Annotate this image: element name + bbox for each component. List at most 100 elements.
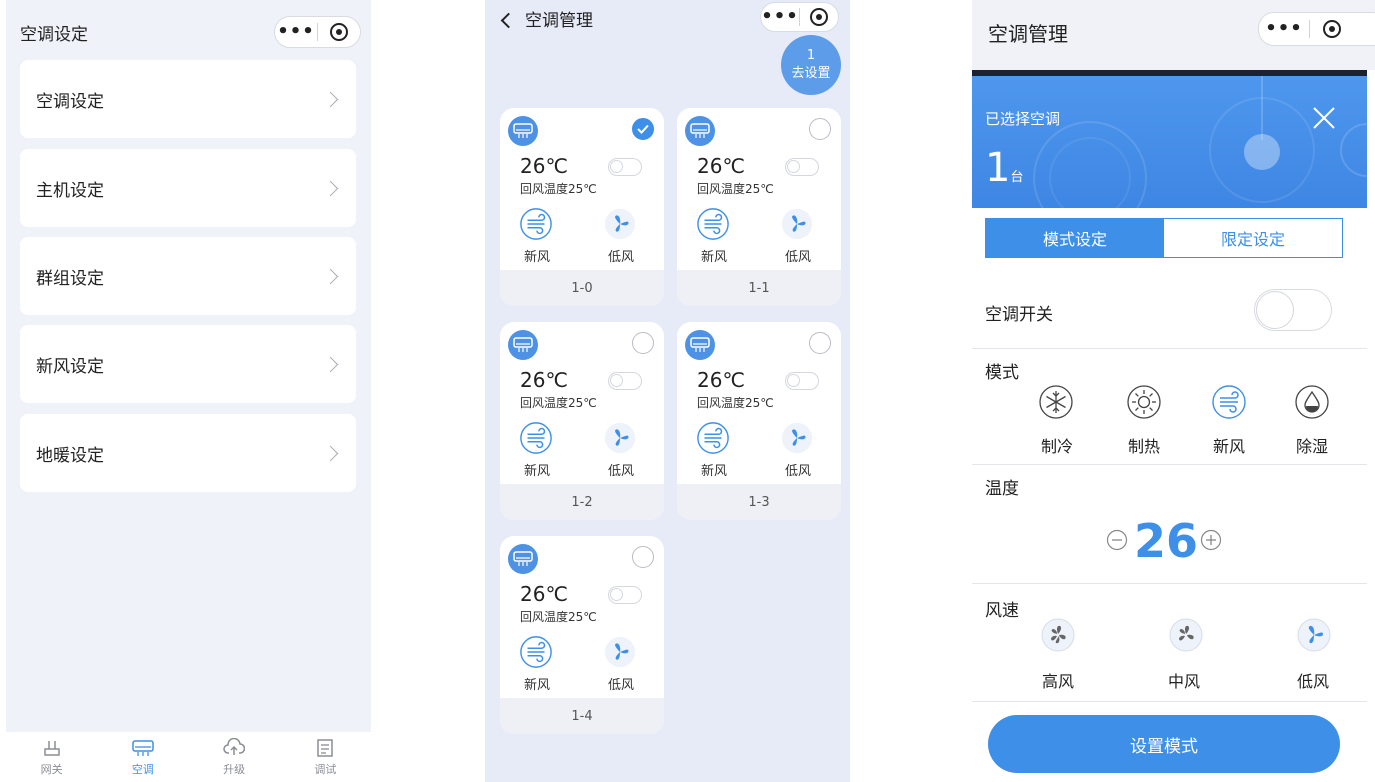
fan-speed-label: 低风 xyxy=(785,250,812,265)
mode-label-heat: 制热 xyxy=(1127,437,1160,456)
fan-medium-icon[interactable] xyxy=(1166,615,1206,655)
menu-item-fresh-air-settings[interactable]: 新风设定 xyxy=(20,325,356,403)
chevron-right-icon xyxy=(322,445,339,461)
mode-label: 新风 xyxy=(524,250,551,265)
ac-device-card[interactable]: 26℃ 回风温度25℃ 新风 低风 1-4 xyxy=(500,536,664,734)
droplet-icon[interactable] xyxy=(1292,382,1332,422)
checkmark-icon[interactable] xyxy=(632,118,654,140)
select-checkbox[interactable] xyxy=(809,118,831,140)
power-toggle[interactable] xyxy=(785,158,819,176)
power-toggle[interactable] xyxy=(608,158,642,176)
go-settings-button[interactable]: 1 去设置 xyxy=(781,35,841,95)
menu-item-label: 新风设定 xyxy=(36,356,104,377)
menu-item-label: 地暖设定 xyxy=(36,445,104,466)
fan-label-low: 低风 xyxy=(1296,672,1329,691)
sun-icon[interactable] xyxy=(1124,382,1164,422)
close-icon[interactable] xyxy=(1312,106,1336,130)
mode-label: 新风 xyxy=(524,678,551,693)
return-air-temperature: 回风温度25℃ xyxy=(697,396,774,410)
device-id: 1-0 xyxy=(500,270,664,306)
minus-icon[interactable] xyxy=(1104,527,1130,553)
more-icon[interactable]: ••• xyxy=(275,17,317,47)
page-title: 空调设定 xyxy=(20,25,88,45)
close-target-icon[interactable] xyxy=(800,8,838,26)
page-title: 空调管理 xyxy=(988,22,1068,46)
ac-icon xyxy=(508,330,538,360)
fan-speed-label: 低风 xyxy=(608,250,635,265)
ac-icon xyxy=(685,330,715,360)
chevron-right-icon xyxy=(322,180,339,196)
ac-device-card[interactable]: 26℃ 回风温度25℃ 新风 低风 1-1 xyxy=(677,108,841,306)
mode-label-fresh-air: 新风 xyxy=(1212,437,1245,456)
tab-label: 升级 xyxy=(223,762,246,776)
mode-label: 新风 xyxy=(701,250,728,265)
fan-low-icon[interactable] xyxy=(1294,615,1334,655)
set-temperature: 26℃ xyxy=(697,154,745,178)
tab-debug[interactable]: 调试 xyxy=(280,732,371,782)
power-toggle[interactable] xyxy=(608,586,642,604)
select-checkbox[interactable] xyxy=(632,546,654,568)
fresh-air-icon xyxy=(518,206,554,242)
device-id: 1-3 xyxy=(677,484,841,520)
fresh-air-icon xyxy=(695,206,731,242)
settings-segment-control: 模式设定 限定设定 xyxy=(985,218,1343,258)
return-air-temperature: 回风温度25℃ xyxy=(697,182,774,196)
fan-label-medium: 中风 xyxy=(1167,672,1200,691)
ac-icon xyxy=(685,116,715,146)
back-arrow-icon[interactable] xyxy=(500,12,517,29)
power-toggle[interactable] xyxy=(1254,289,1332,331)
tab-gateway[interactable]: 网关 xyxy=(6,732,97,782)
temperature-value: 26 xyxy=(1134,514,1199,568)
banner-decoration xyxy=(1033,76,1367,208)
chevron-right-icon xyxy=(322,356,339,372)
more-icon[interactable]: ••• xyxy=(761,2,799,32)
select-checkbox[interactable] xyxy=(632,332,654,354)
fresh-air-icon xyxy=(518,634,554,670)
fan-low-icon xyxy=(779,420,815,456)
page-title: 空调管理 xyxy=(525,11,593,31)
close-target-icon[interactable] xyxy=(1310,20,1354,38)
ac-icon xyxy=(508,116,538,146)
screen-ac-mode-settings: 空调管理 ••• 已选择空调 1台 模式设定 限定设定 空调开关 模式 制冷 制… xyxy=(972,0,1375,782)
menu-item-label: 主机设定 xyxy=(36,180,104,201)
fan-low-icon xyxy=(602,634,638,670)
menu-item-host-settings[interactable]: 主机设定 xyxy=(20,149,356,227)
ac-device-card[interactable]: 26℃ 回风温度25℃ 新风 低风 1-2 xyxy=(500,322,664,520)
select-checkbox[interactable] xyxy=(809,332,831,354)
set-mode-button[interactable]: 设置模式 xyxy=(988,715,1340,773)
fan-speed-label: 低风 xyxy=(785,464,812,479)
set-temperature: 26℃ xyxy=(520,582,568,606)
tab-upgrade[interactable]: 升级 xyxy=(189,732,280,782)
menu-item-ac-settings[interactable]: 空调设定 xyxy=(20,60,356,138)
divider xyxy=(972,464,1367,465)
fan-low-icon xyxy=(602,420,638,456)
more-icon[interactable]: ••• xyxy=(1259,14,1309,44)
banner-label: 已选择空调 xyxy=(985,110,1061,128)
menu-item-floor-heating-settings[interactable]: 地暖设定 xyxy=(20,414,356,492)
fresh-air-icon xyxy=(695,420,731,456)
close-target-icon[interactable] xyxy=(318,23,360,41)
tab-mode-settings[interactable]: 模式设定 xyxy=(986,219,1164,257)
mode-title: 模式 xyxy=(985,363,1019,383)
screen-ac-settings: 空调设定 ••• 空调设定 主机设定 群组设定 新风设定 地暖设定 网关 空调 xyxy=(6,0,371,782)
fan-high-icon[interactable] xyxy=(1038,615,1078,655)
divider xyxy=(972,583,1367,584)
plus-icon[interactable] xyxy=(1198,527,1224,553)
power-toggle[interactable] xyxy=(608,372,642,390)
ac-device-card[interactable]: 26℃ 回风温度25℃ 新风 低风 1-3 xyxy=(677,322,841,520)
cloud-upload-icon xyxy=(223,737,246,755)
ac-device-card[interactable]: 26℃ 回风温度25℃ 新风 低风 1-0 xyxy=(500,108,664,306)
tab-label: 空调 xyxy=(131,762,154,776)
bottom-tab-bar: 网关 空调 升级 调试 xyxy=(6,732,371,782)
power-toggle[interactable] xyxy=(785,372,819,390)
tab-label: 调试 xyxy=(314,762,337,776)
fresh-air-icon[interactable] xyxy=(1209,382,1249,422)
tab-limit-settings[interactable]: 限定设定 xyxy=(1164,219,1342,257)
divider xyxy=(972,348,1367,349)
menu-item-label: 空调设定 xyxy=(36,91,104,112)
snowflake-icon[interactable] xyxy=(1036,382,1076,422)
menu-item-group-settings[interactable]: 群组设定 xyxy=(20,237,356,315)
tab-ac[interactable]: 空调 xyxy=(97,732,188,782)
banner-count-wrap: 1台 xyxy=(985,148,1023,198)
fan-speed-label: 低风 xyxy=(608,464,635,479)
